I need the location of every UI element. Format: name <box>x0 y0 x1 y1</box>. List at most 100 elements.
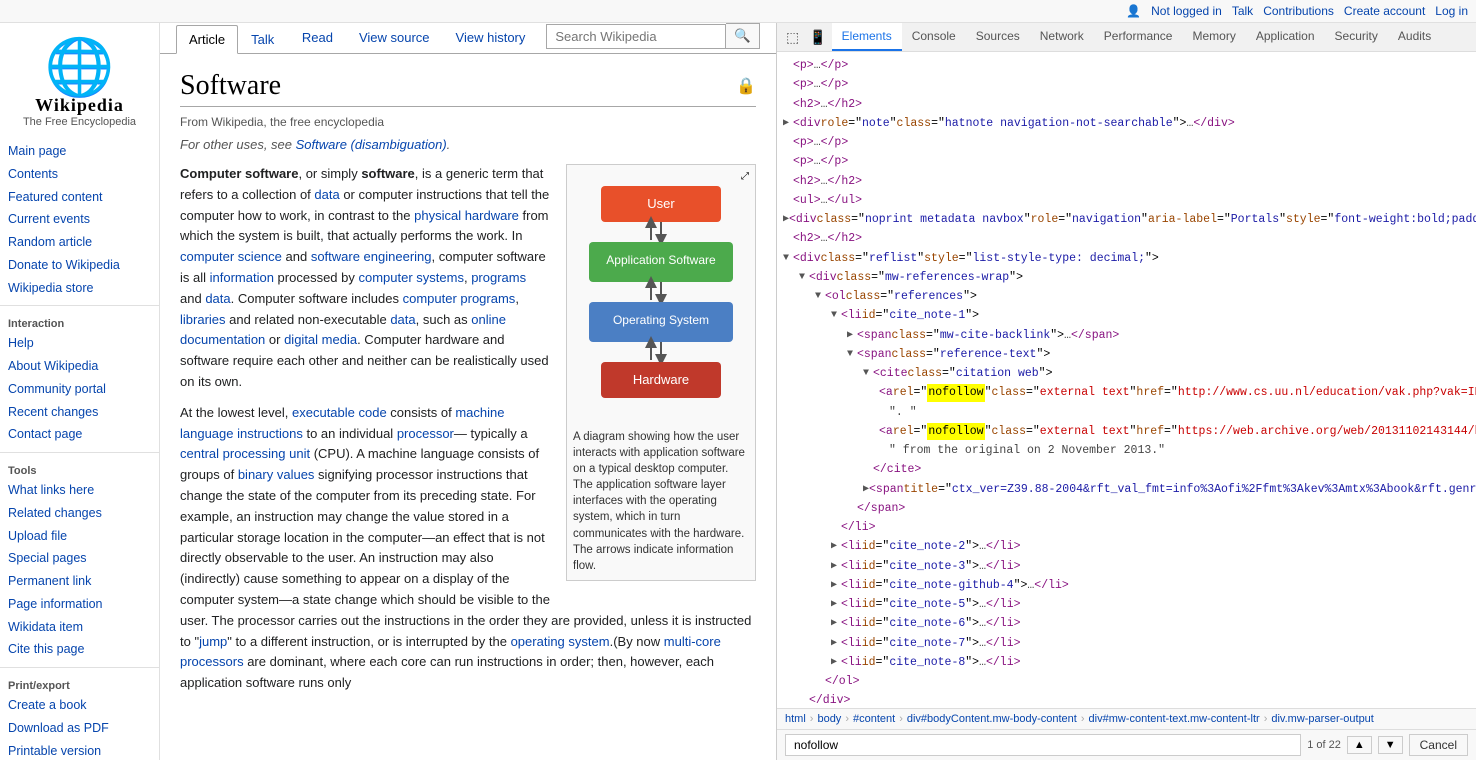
create-account-link[interactable]: Create account <box>1344 4 1425 18</box>
devtools-device-btn[interactable]: 📱 <box>804 26 831 49</box>
triangle-icon[interactable] <box>863 366 873 381</box>
link-binary-values[interactable]: binary values <box>238 467 315 482</box>
search-next-btn[interactable]: ▼ <box>1378 736 1403 754</box>
search-prev-btn[interactable]: ▲ <box>1347 736 1372 754</box>
sidebar-item-related-changes[interactable]: Related changes <box>0 502 159 525</box>
sidebar-item-store[interactable]: Wikipedia store <box>0 277 159 300</box>
element-line[interactable]: <li id="cite_note-5">…</li> <box>777 595 1476 614</box>
sidebar-item-permanent[interactable]: Permanent link <box>0 570 159 593</box>
link-data2[interactable]: data <box>205 291 230 306</box>
element-line[interactable]: <p>…</p> <box>777 56 1476 75</box>
link-physical-hardware[interactable]: physical hardware <box>414 208 519 223</box>
element-line-nofollow-2[interactable]: <a rel="nofollow" class="external text" … <box>777 422 1476 441</box>
element-line[interactable]: <li id="cite_note-7">…</li> <box>777 634 1476 653</box>
tab-view-history[interactable]: View history <box>443 23 539 54</box>
element-line[interactable]: <div class="noprint metadata navbox" rol… <box>777 210 1476 229</box>
diagram-expand-icon[interactable]: ⤢ <box>741 171 749 182</box>
element-line[interactable]: <li id="cite_note-github-4">…</li> <box>777 576 1476 595</box>
breadcrumb-content-text[interactable]: div#mw-content-text.mw-content-ltr <box>1089 713 1260 725</box>
element-line[interactable]: <span class="mw-cite-backlink">…</span> <box>777 326 1476 345</box>
link-data[interactable]: data <box>314 187 339 202</box>
element-line[interactable]: <h2>…</h2> <box>777 95 1476 114</box>
element-line[interactable]: </ol> <box>777 672 1476 691</box>
devtools-tab-console[interactable]: Console <box>902 23 966 51</box>
link-computer-science[interactable]: computer science <box>180 249 282 264</box>
search-button[interactable]: 🔍 <box>726 23 760 49</box>
contributions-link[interactable]: Contributions <box>1263 4 1334 18</box>
element-line[interactable]: " from the original on 2 November 2013." <box>777 441 1476 460</box>
sidebar-item-cite[interactable]: Cite this page <box>0 638 159 661</box>
devtools-tab-memory[interactable]: Memory <box>1182 23 1245 51</box>
triangle-icon[interactable] <box>831 636 841 651</box>
triangle-icon[interactable] <box>783 251 793 266</box>
element-line[interactable]: <span title="ctx_ver=Z39.88-2004&rft_val… <box>777 480 1476 499</box>
element-line[interactable]: <p>…</p> <box>777 133 1476 152</box>
sidebar-item-contact[interactable]: Contact page <box>0 423 159 446</box>
triangle-icon[interactable] <box>831 655 841 670</box>
sidebar-item-what-links[interactable]: What links here <box>0 479 159 502</box>
breadcrumb-html[interactable]: html <box>785 713 806 725</box>
sidebar-item-current-events[interactable]: Current events <box>0 208 159 231</box>
element-line[interactable]: </li> <box>777 518 1476 537</box>
element-line[interactable]: <div role="note" class="hatnote navigati… <box>777 114 1476 133</box>
triangle-icon[interactable] <box>831 559 841 574</box>
sidebar-item-special[interactable]: Special pages <box>0 547 159 570</box>
tab-view-source[interactable]: View source <box>346 23 443 54</box>
element-line[interactable]: <h2>…</h2> <box>777 229 1476 248</box>
tab-article[interactable]: Article <box>176 25 238 54</box>
search-input[interactable] <box>546 24 726 49</box>
breadcrumb-body-content[interactable]: div#bodyContent.mw-body-content <box>907 713 1077 725</box>
triangle-icon[interactable] <box>831 539 841 554</box>
triangle-icon[interactable] <box>799 270 809 285</box>
sidebar-item-community[interactable]: Community portal <box>0 378 159 401</box>
link-jump[interactable]: jump <box>199 634 227 649</box>
triangle-icon[interactable] <box>783 116 793 131</box>
link-cpu[interactable]: central processing unit <box>180 446 310 461</box>
link-processor[interactable]: processor <box>397 426 454 441</box>
element-line[interactable]: <ul>…</ul> <box>777 191 1476 210</box>
triangle-icon[interactable] <box>815 289 825 304</box>
link-programs[interactable]: programs <box>471 270 526 285</box>
link-os[interactable]: operating system <box>511 634 610 649</box>
link-computer-programs[interactable]: computer programs <box>403 291 516 306</box>
link-software-engineering[interactable]: software engineering <box>311 249 432 264</box>
element-line[interactable]: <ol class="references"> <box>777 287 1476 306</box>
element-line[interactable]: <p>…</p> <box>777 75 1476 94</box>
link-executable-code[interactable]: executable code <box>292 405 387 420</box>
elements-panel[interactable]: <p>…</p> <p>…</p> <h2>…</h2> <div role="… <box>777 52 1476 708</box>
element-line[interactable]: </cite> <box>777 460 1476 479</box>
not-logged-in-link[interactable]: Not logged in <box>1151 4 1222 18</box>
tab-talk[interactable]: Talk <box>238 25 287 54</box>
sidebar-item-download-pdf[interactable]: Download as PDF <box>0 717 159 740</box>
search-cancel-btn[interactable]: Cancel <box>1409 734 1468 756</box>
link-digital-media[interactable]: digital media <box>284 332 357 347</box>
devtools-tab-elements[interactable]: Elements <box>832 23 902 51</box>
link-information[interactable]: information <box>210 270 274 285</box>
element-line[interactable]: <div class="reflist" style="list-style-t… <box>777 249 1476 268</box>
triangle-icon[interactable] <box>847 328 857 343</box>
devtools-inspect-btn[interactable]: ⬚ <box>781 26 804 49</box>
sidebar-item-about[interactable]: About Wikipedia <box>0 355 159 378</box>
sidebar-item-create-book[interactable]: Create a book <box>0 694 159 717</box>
triangle-icon[interactable] <box>847 347 857 362</box>
element-line[interactable]: <li id="cite_note-1"> <box>777 306 1476 325</box>
devtools-tab-sources[interactable]: Sources <box>966 23 1030 51</box>
element-line[interactable]: <li id="cite_note-8">…</li> <box>777 653 1476 672</box>
sidebar-item-help[interactable]: Help <box>0 332 159 355</box>
devtools-tab-network[interactable]: Network <box>1030 23 1094 51</box>
link-computer-systems[interactable]: computer systems <box>358 270 463 285</box>
disambig-link[interactable]: Software (disambiguation) <box>296 137 447 152</box>
sidebar-item-donate[interactable]: Donate to Wikipedia <box>0 254 159 277</box>
triangle-icon[interactable] <box>831 597 841 612</box>
talk-link[interactable]: Talk <box>1232 4 1253 18</box>
element-line[interactable]: ". " <box>777 403 1476 422</box>
login-link[interactable]: Log in <box>1435 4 1468 18</box>
link-multicore[interactable]: multi-core processors <box>180 634 721 670</box>
sidebar-item-featured[interactable]: Featured content <box>0 186 159 209</box>
element-line[interactable]: <div class="mw-references-wrap"> <box>777 268 1476 287</box>
breadcrumb-body[interactable]: body <box>817 713 841 725</box>
link-data3[interactable]: data <box>390 312 415 327</box>
element-line[interactable]: <li id="cite_note-2">…</li> <box>777 537 1476 556</box>
element-line[interactable]: <span class="reference-text"> <box>777 345 1476 364</box>
element-line[interactable]: <li id="cite_note-3">…</li> <box>777 557 1476 576</box>
